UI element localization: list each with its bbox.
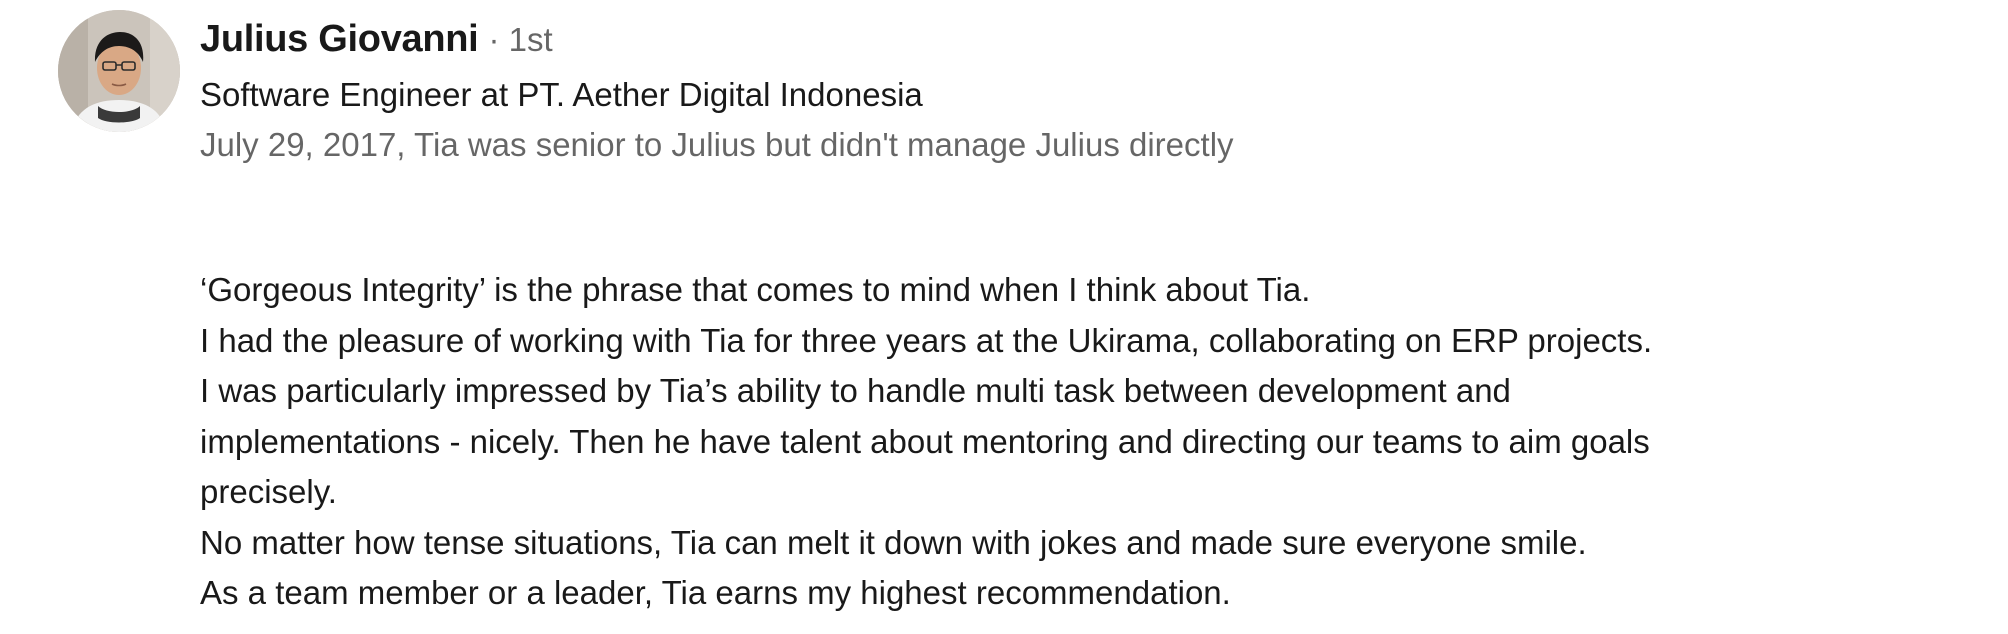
recommendation-line: precisely.: [200, 473, 337, 510]
recommendation-card: Julius Giovanni · 1st Software Engineer …: [0, 0, 2008, 634]
recommender-name[interactable]: Julius Giovanni: [200, 18, 479, 61]
connection-degree: · 1st: [488, 21, 553, 58]
name-row: Julius Giovanni · 1st: [200, 18, 553, 61]
recommendation-meta: July 29, 2017, Tia was senior to Julius …: [200, 126, 1234, 163]
avatar-photo: [58, 10, 180, 132]
recommendation-line: ‘Gorgeous Integrity’ is the phrase that …: [200, 271, 1311, 308]
recommendation-text: ‘Gorgeous Integrity’ is the phrase that …: [200, 265, 1652, 619]
avatar[interactable]: [58, 10, 180, 132]
recommender-headline: Software Engineer at PT. Aether Digital …: [200, 76, 923, 113]
recommendation-line: implementations - nicely. Then he have t…: [200, 422, 1650, 460]
recommendation-line: I was particularly impressed by Tia’s ab…: [200, 372, 1511, 409]
recommendation-line: I had the pleasure of working with Tia f…: [200, 321, 1653, 359]
recommendation-line: No matter how tense situations, Tia can …: [200, 523, 1587, 561]
recommendation-line: As a team member or a leader, Tia earns …: [200, 574, 1231, 611]
